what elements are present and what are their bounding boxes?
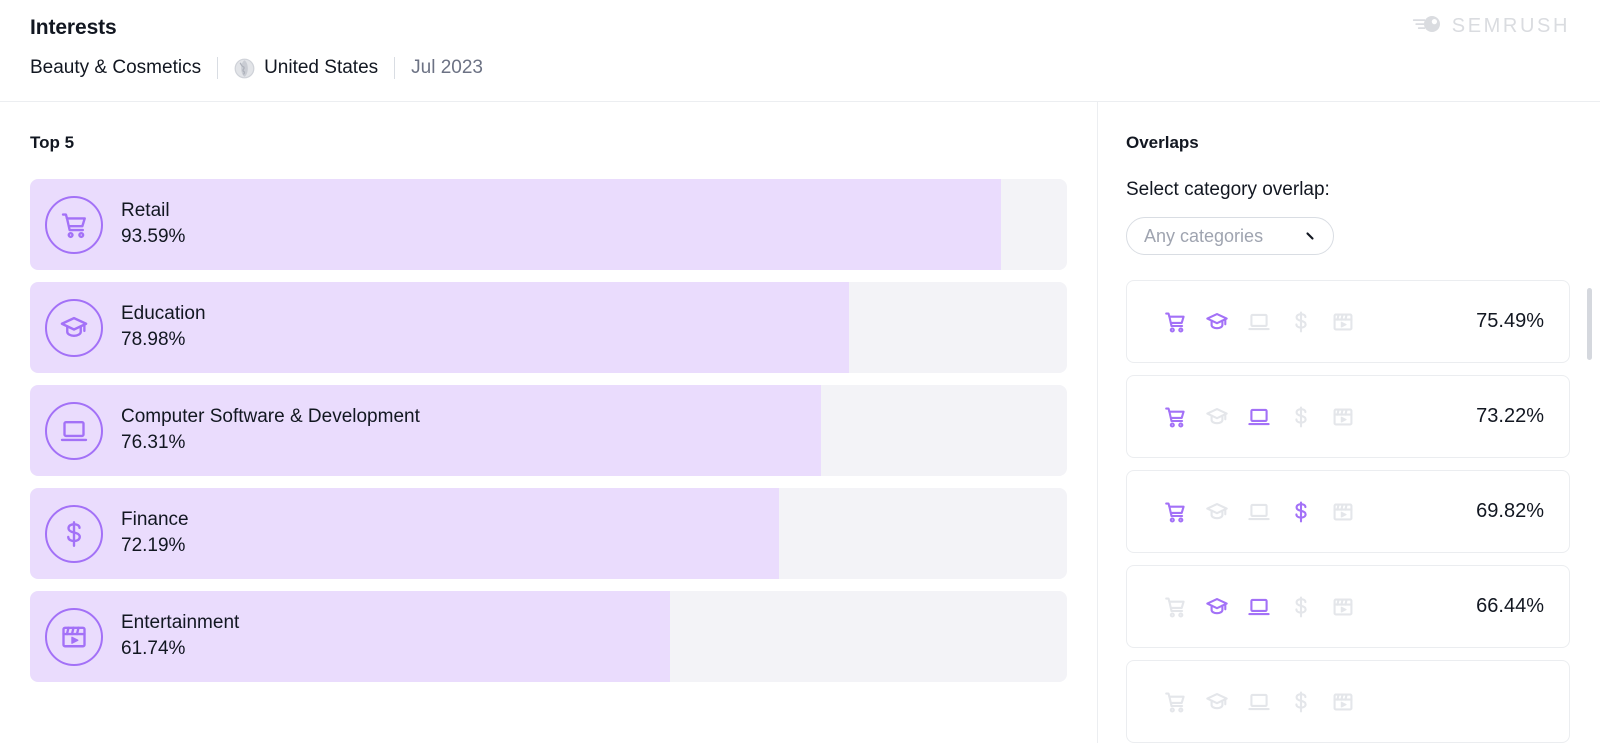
breadcrumb-country-label: United States [264, 57, 378, 79]
clapper-board-icon[interactable] [1331, 405, 1355, 429]
top5-bar-row[interactable]: Finance 72.19% [30, 488, 1067, 579]
globe-icon [234, 58, 255, 79]
overlap-row-list: 75.49% [1126, 280, 1570, 700]
content-area: Top 5 Retail 93.59% [0, 102, 1600, 743]
clapper-board-icon[interactable] [1331, 500, 1355, 524]
overlap-list-scrollbar-thumb[interactable] [1587, 288, 1592, 360]
laptop-icon[interactable] [1247, 595, 1271, 619]
top5-bar-label: Finance [121, 510, 189, 531]
overlap-row-value: 75.49% [1476, 310, 1544, 333]
overlap-row-value: 66.44% [1476, 595, 1544, 618]
top5-bar-row[interactable]: Entertainment 61.74% [30, 591, 1067, 682]
page-header: Interests Beauty & Cosmetics United Stat… [0, 0, 1600, 102]
overlaps-title: Overlaps [1126, 133, 1570, 153]
shopping-cart-icon[interactable] [1163, 500, 1187, 524]
shopping-cart-icon[interactable] [1163, 405, 1187, 429]
overlap-row[interactable] [1126, 660, 1570, 743]
top5-bar-row[interactable]: Computer Software & Development 76.31% [30, 385, 1067, 476]
overlap-row-value: 69.82% [1476, 500, 1544, 523]
top5-bar-value: 61.74% [121, 639, 239, 660]
top5-bar-row[interactable]: Education 78.98% [30, 282, 1067, 373]
page-title: Interests [30, 16, 1570, 40]
graduation-cap-icon[interactable] [1205, 405, 1229, 429]
overlap-row-icons [1163, 310, 1355, 334]
graduation-cap-icon[interactable] [1205, 690, 1229, 714]
semrush-wordmark: SEMRUSH [1452, 15, 1570, 38]
shopping-cart-icon[interactable] [1163, 595, 1187, 619]
dollar-sign-icon[interactable] [1289, 595, 1313, 619]
top5-bar-value: 78.98% [121, 330, 206, 351]
graduation-cap-icon[interactable] [1205, 595, 1229, 619]
breadcrumb-country[interactable]: United States [234, 57, 378, 79]
shopping-cart-icon[interactable] [1163, 690, 1187, 714]
graduation-cap-icon [45, 299, 103, 357]
dollar-sign-icon[interactable] [1289, 405, 1313, 429]
clapper-board-icon[interactable] [1331, 690, 1355, 714]
category-overlap-select[interactable]: Any categories [1126, 217, 1334, 255]
clapper-board-icon [45, 608, 103, 666]
breadcrumb: Beauty & Cosmetics United States Jul 202… [30, 57, 1570, 79]
laptop-icon[interactable] [1247, 690, 1271, 714]
laptop-icon[interactable] [1247, 405, 1271, 429]
top5-panel: Top 5 Retail 93.59% [0, 102, 1098, 743]
shopping-cart-icon [45, 196, 103, 254]
top5-bar-list: Retail 93.59% Education 78.98% [30, 179, 1067, 682]
overlap-row[interactable]: 69.82% [1126, 470, 1570, 553]
overlap-row-icons [1163, 500, 1355, 524]
dollar-sign-icon [45, 505, 103, 563]
laptop-icon[interactable] [1247, 310, 1271, 334]
breadcrumb-divider-2 [394, 57, 395, 79]
top5-bar-value: 72.19% [121, 536, 189, 557]
semrush-logo: SEMRUSH [1412, 14, 1570, 39]
breadcrumb-category[interactable]: Beauty & Cosmetics [30, 57, 201, 79]
chevron-down-icon [1303, 229, 1317, 243]
laptop-icon[interactable] [1247, 500, 1271, 524]
clapper-board-icon[interactable] [1331, 310, 1355, 334]
top5-bar-label: Entertainment [121, 613, 239, 634]
overlap-row-icons [1163, 690, 1355, 714]
laptop-icon [45, 402, 103, 460]
overlap-row-value: 73.22% [1476, 405, 1544, 428]
select-overlap-label: Select category overlap: [1126, 179, 1570, 201]
semrush-comet-icon [1412, 14, 1442, 39]
breadcrumb-period[interactable]: Jul 2023 [411, 57, 483, 79]
top5-bar-label: Computer Software & Development [121, 407, 420, 428]
overlap-row[interactable]: 66.44% [1126, 565, 1570, 648]
top5-bar-value: 93.59% [121, 227, 185, 248]
top5-bar-value: 76.31% [121, 433, 420, 454]
shopping-cart-icon[interactable] [1163, 310, 1187, 334]
top5-bar-label: Education [121, 304, 206, 325]
overlaps-panel: Overlaps Select category overlap: Any ca… [1098, 102, 1600, 743]
overlap-list-scrollbar[interactable] [1587, 283, 1592, 697]
overlap-row[interactable]: 73.22% [1126, 375, 1570, 458]
dollar-sign-icon[interactable] [1289, 500, 1313, 524]
graduation-cap-icon[interactable] [1205, 310, 1229, 334]
breadcrumb-divider [217, 57, 218, 79]
top5-title: Top 5 [30, 133, 1067, 153]
dollar-sign-icon[interactable] [1289, 310, 1313, 334]
clapper-board-icon[interactable] [1331, 595, 1355, 619]
graduation-cap-icon[interactable] [1205, 500, 1229, 524]
category-overlap-select-value: Any categories [1144, 226, 1263, 247]
dollar-sign-icon[interactable] [1289, 690, 1313, 714]
overlap-row-icons [1163, 405, 1355, 429]
top5-bar-row[interactable]: Retail 93.59% [30, 179, 1067, 270]
overlap-row-icons [1163, 595, 1355, 619]
overlap-row[interactable]: 75.49% [1126, 280, 1570, 363]
top5-bar-label: Retail [121, 201, 185, 222]
